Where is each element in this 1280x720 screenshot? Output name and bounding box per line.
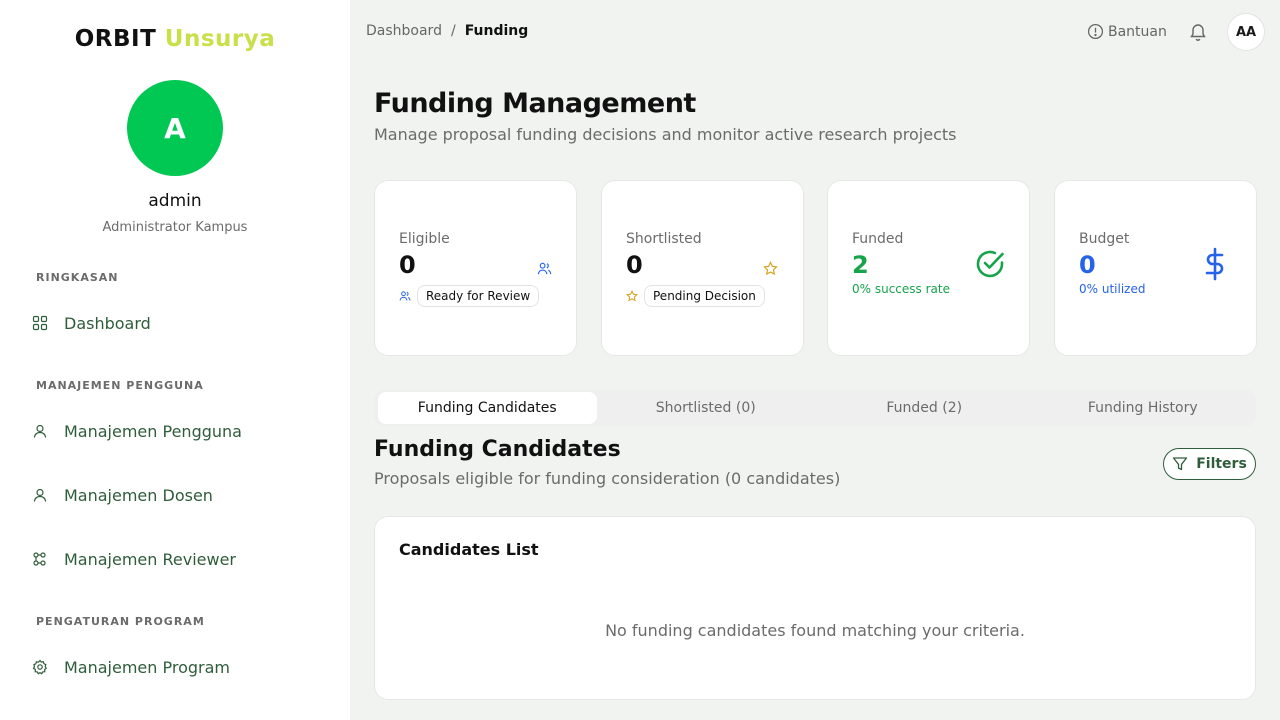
breadcrumb-dashboard[interactable]: Dashboard: [366, 23, 442, 39]
stat-label: Budget: [1079, 231, 1130, 247]
user-role: Administrator Kampus: [102, 220, 248, 235]
stat-label: Eligible: [399, 231, 450, 247]
brand-suffix: Unsurya: [164, 26, 276, 52]
stat-value: 0: [399, 251, 416, 279]
sidebar-item-label: Manajemen Dosen: [64, 485, 213, 505]
sidebar: ORBIT Unsurya A admin Administrator Kamp…: [0, 0, 350, 720]
list-title: Candidates List: [399, 540, 539, 559]
sidebar-item-label: Manajemen Reviewer: [64, 549, 237, 569]
network-icon: [33, 552, 46, 566]
section-title-manajemen-pengguna: MANAJEMEN PENGGUNA: [36, 379, 204, 392]
status-badge: Ready for Review: [417, 285, 540, 307]
stat-value: 2: [852, 251, 869, 279]
users-icon: [537, 262, 552, 275]
star-icon: [763, 261, 778, 276]
profile-avatar[interactable]: AA: [1227, 13, 1265, 51]
dollar-icon: [1205, 247, 1224, 281]
notification-button[interactable]: [1188, 22, 1208, 46]
user-name: admin: [148, 191, 202, 211]
sidebar-item-label: Manajemen Program: [64, 657, 231, 677]
page-subtitle: Manage proposal funding decisions and mo…: [374, 125, 957, 144]
sidebar-item-label: Manajemen Pengguna: [64, 421, 242, 441]
brand-logo[interactable]: ORBIT Unsurya: [0, 26, 350, 52]
users-icon: [399, 291, 411, 301]
stat-label: Funded: [852, 231, 904, 247]
stat-card-funded: Funded 2 0% success rate: [827, 180, 1030, 356]
stat-subtext: 0% utilized: [1079, 282, 1146, 296]
brand-name: ORBIT: [74, 26, 157, 52]
filters-label: Filters: [1196, 456, 1247, 472]
help-label: Bantuan: [1108, 23, 1167, 40]
filter-icon: [1173, 457, 1188, 471]
stat-value: 0: [626, 251, 643, 279]
star-icon: [626, 290, 638, 302]
section-title-pengaturan-program: PENGATURAN PROGRAM: [36, 615, 205, 628]
gear-icon: [32, 659, 47, 675]
tab-funded[interactable]: Funded (2): [815, 392, 1034, 424]
candidates-list-card: Candidates List No funding candidates fo…: [374, 516, 1256, 700]
stat-chip-row: Ready for Review: [399, 285, 540, 307]
section-title: Funding Candidates: [374, 437, 621, 462]
stat-label: Shortlisted: [626, 231, 702, 247]
stat-card-shortlisted: Shortlisted 0 Pending Decision: [601, 180, 804, 356]
status-badge: Pending Decision: [644, 285, 765, 307]
tab-shortlisted[interactable]: Shortlisted (0): [597, 392, 816, 424]
sidebar-item-manajemen-pengguna[interactable]: Manajemen Pengguna: [32, 419, 242, 443]
sidebar-item-manajemen-program[interactable]: Manajemen Program: [32, 655, 230, 679]
user-icon: [33, 488, 47, 502]
section-title-ringkasan: RINGKASAN: [36, 271, 119, 284]
user-avatar: A: [127, 80, 223, 176]
stat-card-budget: Budget 0 0% utilized: [1054, 180, 1257, 356]
stat-subtext: 0% success rate: [852, 282, 950, 296]
sidebar-item-label: Dashboard: [64, 313, 151, 333]
tab-funding-candidates[interactable]: Funding Candidates: [378, 392, 597, 424]
tab-funding-history[interactable]: Funding History: [1034, 392, 1253, 424]
empty-state-message: No funding candidates found matching you…: [605, 621, 1025, 640]
sidebar-item-dashboard[interactable]: Dashboard: [32, 311, 151, 335]
bell-icon: [1190, 24, 1206, 41]
sidebar-item-manajemen-dosen[interactable]: Manajemen Dosen: [32, 483, 213, 507]
breadcrumb: Dashboard / Funding: [366, 23, 528, 39]
help-button[interactable]: Bantuan: [1087, 23, 1167, 40]
user-icon: [33, 424, 47, 438]
breadcrumb-separator: /: [450, 23, 456, 39]
section-subtitle: Proposals eligible for funding considera…: [374, 469, 841, 488]
stat-card-eligible: Eligible 0 Ready for Review: [374, 180, 577, 356]
page-title: Funding Management: [374, 88, 696, 119]
check-circle-icon: [976, 250, 1004, 278]
tab-bar: Funding Candidates Shortlisted (0) Funde…: [374, 390, 1256, 426]
info-circle-icon: [1087, 23, 1104, 40]
grid-icon: [32, 315, 48, 331]
stat-chip-row: Pending Decision: [626, 285, 765, 307]
filters-button[interactable]: Filters: [1163, 448, 1256, 480]
stat-value: 0: [1079, 251, 1096, 279]
sidebar-item-manajemen-reviewer[interactable]: Manajemen Reviewer: [32, 547, 236, 571]
breadcrumb-current: Funding: [464, 23, 529, 39]
